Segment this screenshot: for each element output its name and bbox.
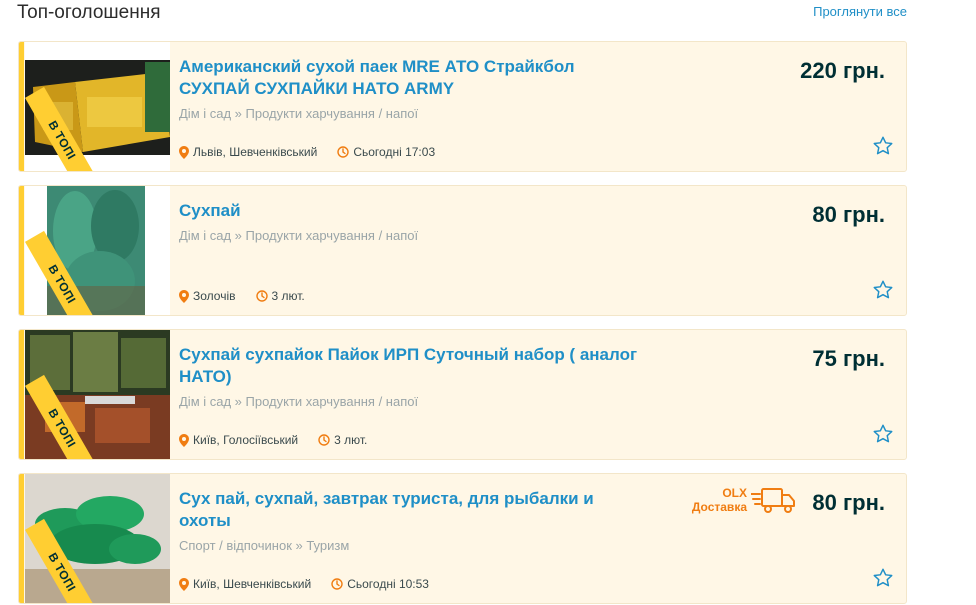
section-header: Топ-оголошення Проглянути все (17, 0, 907, 30)
listing-price: 80 грн. (812, 490, 885, 515)
view-all-link[interactable]: Проглянути все (813, 4, 907, 19)
olx-delivery-badge: OLX Доставка (687, 484, 797, 518)
listing-date: Сьогодні 17:03 (353, 145, 436, 159)
listing-date: 3 лют. (271, 289, 305, 303)
star-outline-icon[interactable] (872, 279, 894, 301)
listing-location: Золочів (193, 289, 236, 303)
clock-icon (318, 434, 330, 446)
delivery-truck-icon (751, 488, 795, 513)
listing-meta: Київ, Голосіївський 3 лют. (179, 433, 367, 447)
location-pin-icon (179, 289, 189, 303)
listing-card[interactable]: В ТОПІ Американский сухой паек MRE АТО С… (18, 41, 907, 172)
delivery-word: Доставка (691, 500, 747, 514)
listing-price: 80 грн. (812, 202, 885, 227)
listing-category: Спорт / відпочинок » Туризм (179, 538, 350, 553)
listing-thumbnail[interactable]: В ТОПІ (25, 474, 170, 603)
listing-location: Київ, Шевченківський (193, 577, 312, 591)
listing-thumbnail[interactable]: В ТОПІ (25, 186, 170, 315)
delivery-brand: OLX (722, 486, 747, 500)
listing-category: Дім і сад » Продукти харчування / напої (179, 228, 419, 243)
listing-title[interactable]: Сухпай (179, 200, 649, 222)
listing-price: 75 грн. (812, 346, 885, 371)
star-outline-icon[interactable] (872, 135, 894, 157)
clock-icon (337, 146, 350, 158)
listing-meta: Київ, Шевченківський Сьогодні 10:53 (179, 577, 429, 591)
section-title: Топ-оголошення (17, 2, 161, 23)
listing-location: Київ, Голосіївський (193, 433, 299, 447)
listing-thumbnail[interactable]: В ТОПІ (25, 42, 170, 171)
listing-category: Дім і сад » Продукти харчування / напої (179, 106, 419, 121)
star-outline-icon[interactable] (872, 423, 894, 445)
clock-icon (331, 578, 343, 590)
listing-location: Львів, Шевченківський (193, 145, 318, 159)
clock-icon (255, 290, 268, 302)
star-outline-icon[interactable] (872, 567, 894, 589)
listing-category: Дім і сад » Продукти харчування / напої (179, 394, 419, 409)
location-pin-icon (179, 577, 189, 591)
listing-meta: Львів, Шевченківський Сьогодні 17:03 (179, 145, 435, 159)
listing-thumbnail[interactable]: В ТОПІ (25, 330, 170, 459)
listing-title[interactable]: Сух пай, сухпай, завтрак туриста, для ры… (179, 488, 649, 532)
listing-card[interactable]: В ТОПІ Сухпай сухпайок Пайок ИРП Суточны… (18, 329, 907, 460)
listing-card[interactable]: В ТОПІ Сух пай, сухпай, завтрак туриста,… (18, 473, 907, 604)
location-pin-icon (179, 433, 189, 447)
listing-price: 220 грн. (800, 58, 885, 83)
listing-title[interactable]: Американский сухой паек MRE АТО Страйкбо… (179, 56, 649, 100)
listing-date: Сьогодні 10:53 (347, 577, 429, 591)
delivery-label: OLX Доставка (692, 486, 747, 514)
listing-title[interactable]: Сухпай сухпайок Пайок ИРП Суточный набор… (179, 344, 649, 388)
location-pin-icon (179, 145, 189, 159)
listing-meta: Золочів 3 лют. (179, 289, 305, 303)
listing-card[interactable]: В ТОПІ Сухпай Дім і сад » Продукти харчу… (18, 185, 907, 316)
listing-date: 3 лют. (334, 433, 368, 447)
